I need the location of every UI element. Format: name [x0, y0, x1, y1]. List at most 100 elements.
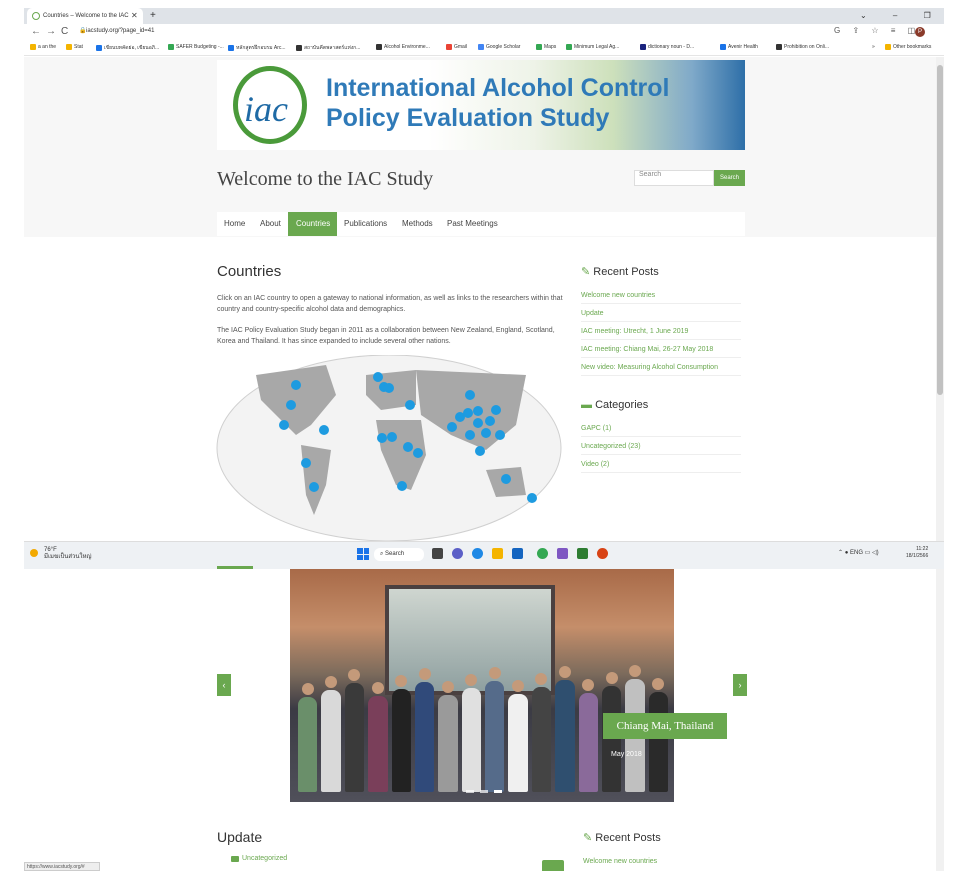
excel-icon[interactable] [577, 548, 588, 559]
bookmarks-more[interactable]: » [872, 44, 875, 50]
carousel-next-button[interactable]: › [733, 674, 747, 696]
taskbar-search[interactable]: ⌕ Search [374, 548, 424, 561]
bookmark-icon [566, 44, 572, 50]
search-button[interactable]: Search [714, 170, 745, 186]
bookmark-item[interactable]: เขียนบทคัดย่อ, เขียนอภิ... [96, 44, 159, 52]
bookmark-item[interactable]: SAFER Budgeting -... [168, 44, 224, 50]
bookmark-item[interactable]: Gmail [446, 44, 467, 50]
search-input[interactable]: Search [634, 170, 714, 186]
forward-button[interactable]: → [46, 26, 56, 37]
country-marker[interactable] [373, 372, 383, 382]
new-tab-button[interactable]: + [150, 8, 156, 24]
country-marker[interactable] [473, 406, 483, 416]
world-map[interactable] [216, 355, 562, 541]
post-title[interactable]: Update [217, 829, 262, 845]
start-button[interactable] [357, 548, 369, 560]
country-marker[interactable] [465, 390, 475, 400]
nav-methods[interactable]: Methods [398, 212, 437, 236]
recent-post-link[interactable]: Welcome new countries [583, 858, 743, 869]
country-marker[interactable] [485, 416, 495, 426]
country-marker[interactable] [413, 448, 423, 458]
nav-publications[interactable]: Publications [340, 212, 391, 236]
clock[interactable]: 11:22 18/1/2566 [906, 546, 928, 560]
country-marker[interactable] [384, 383, 394, 393]
reload-button[interactable]: C [61, 26, 68, 37]
bookmark-item[interactable]: Google Scholar [478, 44, 520, 50]
taskview-icon[interactable] [432, 548, 443, 559]
country-marker[interactable] [403, 442, 413, 452]
carousel-prev-button[interactable]: ‹ [217, 674, 231, 696]
toolbar-icons[interactable]: G ⇪ ☆ ≡ ◫ [834, 26, 920, 35]
store-icon[interactable] [512, 548, 523, 559]
recent-post-link[interactable]: Update [581, 310, 741, 322]
back-button[interactable]: ← [31, 26, 41, 37]
country-marker[interactable] [309, 482, 319, 492]
carousel-indicator[interactable] [494, 790, 502, 793]
profile-avatar[interactable]: P [915, 27, 925, 37]
bookmark-item[interactable]: หลักสูตรฝึกอบรม Arc... [228, 44, 286, 52]
country-marker[interactable] [387, 432, 397, 442]
bookmark-item[interactable]: a an the [30, 44, 56, 50]
country-marker[interactable] [397, 481, 407, 491]
recent-post-link[interactable]: Welcome new countries [581, 292, 741, 304]
bookmark-item[interactable]: Stat [66, 44, 83, 50]
categories-heading: ▬ Categories [581, 399, 648, 411]
system-tray[interactable]: ⌃ ● ENG ▭ ◁) [838, 549, 879, 556]
country-marker[interactable] [291, 380, 301, 390]
carousel-indicator[interactable] [480, 790, 488, 793]
bookmark-icon [30, 44, 36, 50]
country-marker[interactable] [475, 446, 485, 456]
nav-past-meetings[interactable]: Past Meetings [443, 212, 502, 236]
carousel-indicator[interactable] [466, 790, 474, 793]
scrollbar-track-lower[interactable] [936, 569, 944, 871]
chrome-icon[interactable] [537, 548, 548, 559]
weather-widget[interactable]: 76°F มีเมฆเป็นส่วนใหญ่ [44, 547, 92, 561]
chat-icon[interactable] [452, 548, 463, 559]
edge-icon[interactable] [472, 548, 483, 559]
file-explorer-icon[interactable] [492, 548, 503, 559]
bookmark-item[interactable]: Alcohol Environme... [376, 44, 430, 50]
country-marker[interactable] [447, 422, 457, 432]
country-marker[interactable] [301, 458, 311, 468]
tab-title: Countries – Welcome to the IAC [43, 13, 129, 19]
bookmark-item[interactable]: dictionary noun - D... [640, 44, 694, 50]
scrollbar-thumb[interactable] [937, 65, 943, 395]
country-marker[interactable] [405, 400, 415, 410]
bookmark-icon [776, 44, 782, 50]
bookmark-item[interactable]: Avenir Health [720, 44, 758, 50]
country-marker[interactable] [465, 430, 475, 440]
country-marker[interactable] [319, 425, 329, 435]
post-category[interactable]: Uncategorized [242, 855, 287, 862]
bookmark-item[interactable]: Prohibition on Onli... [776, 44, 829, 50]
scroll-to-top-button[interactable] [542, 860, 564, 871]
country-marker[interactable] [473, 418, 483, 428]
browser-tab[interactable]: Countries – Welcome to the IAC [27, 8, 143, 24]
country-marker[interactable] [286, 400, 296, 410]
recent-post-link[interactable]: IAC meeting: Utrecht, 1 June 2019 [581, 328, 741, 340]
country-marker[interactable] [501, 474, 511, 484]
country-marker[interactable] [481, 428, 491, 438]
nav-countries[interactable]: Countries [288, 212, 337, 236]
tab-close-icon[interactable]: ✕ [131, 8, 138, 24]
nav-about[interactable]: About [256, 212, 285, 236]
bookmark-icon [478, 44, 484, 50]
bookmark-item[interactable]: สถาบันคีตพลาสตร์แห่งก... [296, 44, 360, 52]
app-icon[interactable] [557, 548, 568, 559]
recent-post-link[interactable]: IAC meeting: Chiang Mai, 26-27 May 2018 [581, 346, 741, 358]
country-marker[interactable] [495, 430, 505, 440]
other-bookmarks[interactable]: Other bookmarks [885, 44, 931, 50]
bookmark-item[interactable]: Maps [536, 44, 556, 50]
country-marker[interactable] [463, 408, 473, 418]
category-link[interactable]: Video (2) [581, 461, 741, 473]
country-marker[interactable] [279, 420, 289, 430]
powerpoint-icon[interactable] [597, 548, 608, 559]
country-marker[interactable] [491, 405, 501, 415]
recent-post-link[interactable]: New video: Measuring Alcohol Consumption [581, 364, 741, 376]
nav-home[interactable]: Home [220, 212, 249, 236]
url-field[interactable]: iacstudy.org/?page_id=41 [86, 28, 154, 34]
bookmark-item[interactable]: Minimum Legal Ag... [566, 44, 619, 50]
category-link[interactable]: Uncategorized (23) [581, 443, 741, 455]
country-marker[interactable] [527, 493, 537, 503]
country-marker[interactable] [377, 433, 387, 443]
category-link[interactable]: GAPC (1) [581, 425, 741, 437]
